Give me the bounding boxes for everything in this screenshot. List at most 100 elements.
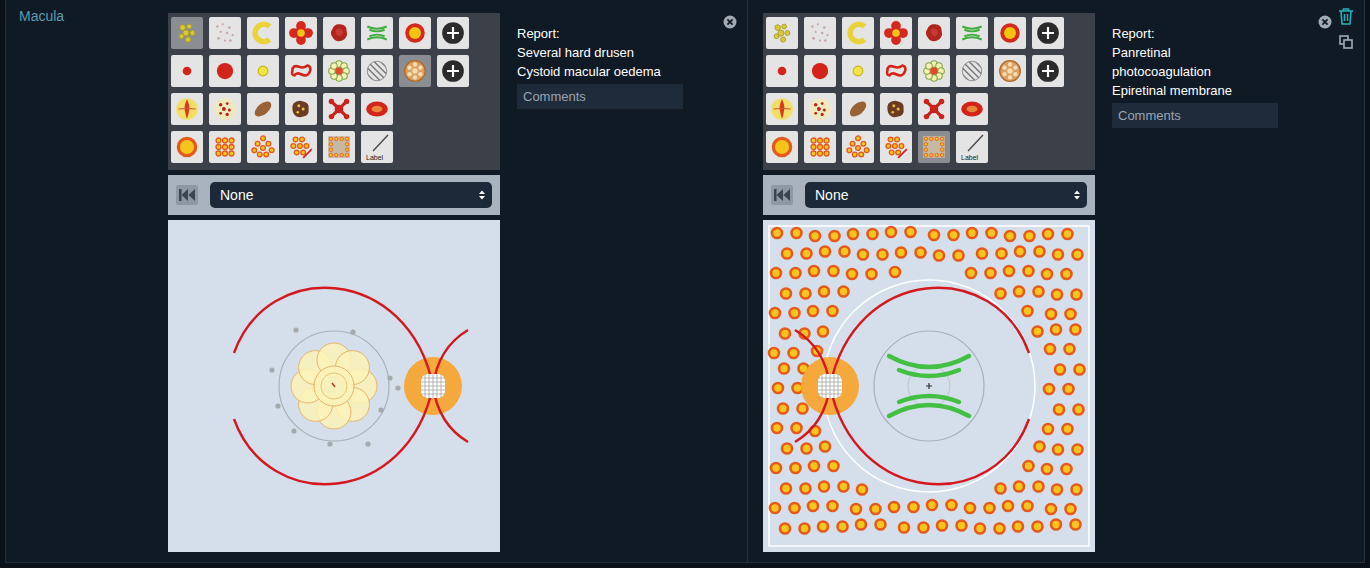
- doodle-button[interactable]: [399, 55, 431, 87]
- select-value: None: [220, 186, 253, 204]
- mottled-icon: [807, 96, 833, 122]
- doodle-button[interactable]: [880, 55, 912, 87]
- doodle-button[interactable]: [956, 17, 988, 49]
- doodle-button[interactable]: [1032, 55, 1064, 87]
- doodle-button[interactable]: [247, 17, 279, 49]
- doodle-button[interactable]: [994, 17, 1026, 49]
- oval-icon: [959, 96, 985, 122]
- doodle-button[interactable]: [804, 93, 836, 125]
- doodle-button[interactable]: [361, 93, 393, 125]
- panel-action-stack: [1338, 7, 1354, 49]
- doodle-button[interactable]: [766, 55, 798, 87]
- doodle-button[interactable]: [247, 131, 279, 163]
- doodle-button[interactable]: [361, 55, 393, 87]
- label-text: Label: [366, 154, 383, 162]
- label-button[interactable]: Label: [361, 131, 393, 163]
- doodle-button[interactable]: [171, 131, 203, 163]
- doodle-button[interactable]: [880, 131, 912, 163]
- report-line: Epiretinal membrane: [1112, 81, 1278, 100]
- label-button[interactable]: Label: [956, 131, 988, 163]
- doodle-button[interactable]: [880, 93, 912, 125]
- target-icon: [997, 20, 1023, 46]
- doodle-button[interactable]: [842, 55, 874, 87]
- doodle-button[interactable]: [1032, 17, 1064, 49]
- doodle-button[interactable]: [285, 131, 317, 163]
- doodle-button[interactable]: [285, 17, 317, 49]
- dot-large-red-icon: [807, 58, 833, 84]
- doodle-button[interactable]: [399, 17, 431, 49]
- copy-icon[interactable]: [1339, 35, 1353, 49]
- trash-icon[interactable]: [1338, 7, 1354, 25]
- cmo-icon: [921, 58, 947, 84]
- doodle-toolbar: Label: [763, 13, 1095, 170]
- doodle-button[interactable]: [804, 55, 836, 87]
- eyedraw-panel: LabelNoneReport:Several hard drusenCysto…: [168, 0, 747, 562]
- select-arrows-icon: [1073, 189, 1081, 201]
- close-icon[interactable]: [723, 15, 737, 29]
- panel-actions: [723, 13, 737, 29]
- star-icon: [326, 96, 352, 122]
- prp-icon: [921, 134, 947, 160]
- cmo-icon: [326, 58, 352, 84]
- doodle-button[interactable]: [842, 131, 874, 163]
- doodle-button[interactable]: [766, 131, 798, 163]
- laser-spot-icon: [174, 134, 200, 160]
- doodle-button[interactable]: [437, 17, 469, 49]
- toolbar-row: Label: [766, 131, 1095, 163]
- doodle-button[interactable]: [247, 93, 279, 125]
- doodle-button[interactable]: [994, 55, 1026, 87]
- comments-input[interactable]: [1112, 103, 1278, 128]
- select-value: None: [815, 186, 848, 204]
- doodle-button[interactable]: [171, 17, 203, 49]
- add-icon: [440, 58, 466, 84]
- drawing-canvas[interactable]: [168, 220, 500, 552]
- laser-line-icon: [883, 134, 909, 160]
- laser-cluster-icon: [807, 134, 833, 160]
- doodle-button[interactable]: [880, 17, 912, 49]
- drusen-cluster-icon: [174, 20, 200, 46]
- close-icon[interactable]: [1318, 15, 1332, 29]
- doodle-button[interactable]: [956, 93, 988, 125]
- doodle-button[interactable]: [766, 93, 798, 125]
- doodle-button[interactable]: [209, 131, 241, 163]
- laser-spot-icon: [769, 134, 795, 160]
- doodle-button[interactable]: [918, 55, 950, 87]
- doodle-button[interactable]: [209, 93, 241, 125]
- rewind-icon[interactable]: [771, 185, 793, 205]
- doodle-button[interactable]: [285, 93, 317, 125]
- doodle-button[interactable]: [918, 17, 950, 49]
- doodle-button[interactable]: [804, 131, 836, 163]
- dot-small-red-icon: [174, 58, 200, 84]
- doodle-select[interactable]: None: [210, 182, 492, 208]
- rewind-icon[interactable]: [176, 185, 198, 205]
- doodle-button[interactable]: [361, 17, 393, 49]
- doodle-button[interactable]: [171, 93, 203, 125]
- doodle-button[interactable]: [323, 131, 355, 163]
- section-title: Macula: [19, 7, 168, 25]
- doodle-select[interactable]: None: [805, 182, 1087, 208]
- laser-line-icon: [288, 134, 314, 160]
- doodle-button[interactable]: [437, 55, 469, 87]
- report-line: Several hard drusen: [517, 43, 683, 62]
- doodle-button[interactable]: [247, 55, 279, 87]
- doodle-button[interactable]: [766, 17, 798, 49]
- geographic-icon: [402, 58, 428, 84]
- leaf-icon: [845, 96, 871, 122]
- doodle-button[interactable]: [323, 17, 355, 49]
- doodle-button[interactable]: [918, 131, 950, 163]
- c-shape-icon: [250, 20, 276, 46]
- doodle-button[interactable]: [323, 93, 355, 125]
- comments-input[interactable]: [517, 84, 683, 109]
- drawing-canvas[interactable]: [763, 220, 1095, 552]
- doodle-button[interactable]: [842, 17, 874, 49]
- doodle-button[interactable]: [804, 17, 836, 49]
- doodle-button[interactable]: [209, 55, 241, 87]
- prp-icon: [326, 134, 352, 160]
- doodle-button[interactable]: [323, 55, 355, 87]
- doodle-button[interactable]: [171, 55, 203, 87]
- doodle-button[interactable]: [209, 17, 241, 49]
- doodle-button[interactable]: [918, 93, 950, 125]
- doodle-button[interactable]: [956, 55, 988, 87]
- doodle-button[interactable]: [842, 93, 874, 125]
- doodle-button[interactable]: [285, 55, 317, 87]
